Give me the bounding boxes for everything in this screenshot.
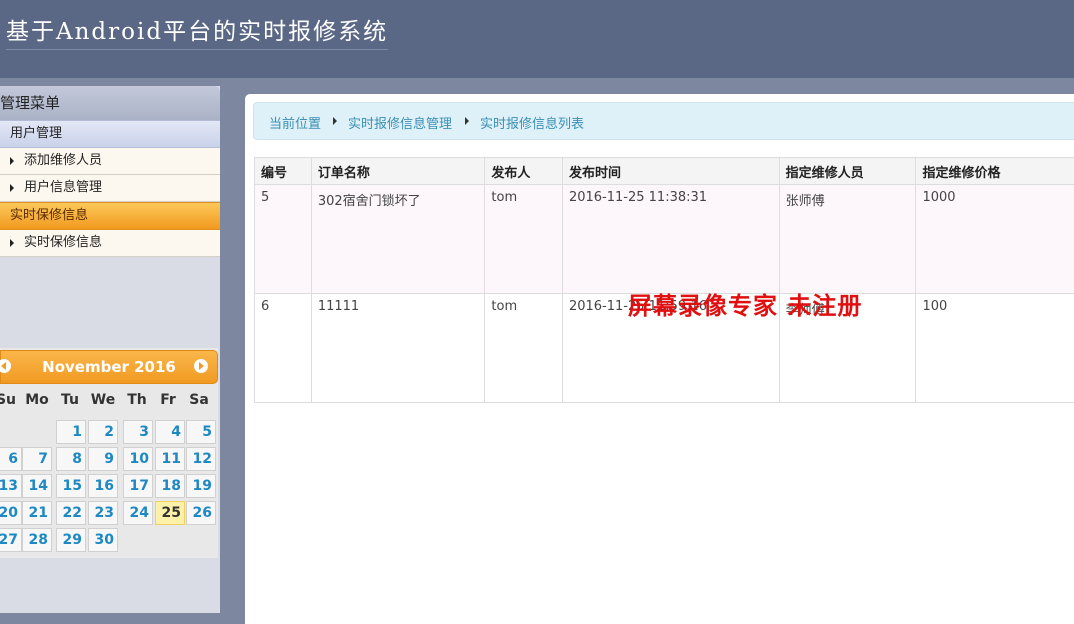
menu-item-add-repairman[interactable]: 添加维修人员	[0, 148, 220, 175]
calendar-day[interactable]: 3	[123, 420, 153, 444]
app-title: 基于Android平台的实时报修系统	[6, 12, 388, 50]
table-cell: 1000	[916, 185, 1074, 294]
calendar-day[interactable]: 30	[88, 528, 118, 552]
table-row[interactable]: 5 302宿舍门锁坏了 tom 2016-11-25 11:38:31 张师傅 …	[255, 185, 1074, 294]
menu-title: 管理菜单	[0, 86, 220, 120]
calendar-day[interactable]: 12	[186, 447, 216, 471]
breadcrumb-separator-icon	[333, 117, 337, 125]
calendar-month-label: November 2016	[1, 358, 217, 376]
calendar-day[interactable]: 14	[22, 474, 52, 498]
main-content: 当前位置 实时报修信息管理 实时报修信息列表 编号 订单名称 发布人 发布时间 …	[245, 94, 1074, 624]
calendar-day[interactable]: 23	[88, 501, 118, 525]
calendar-day[interactable]: 10	[123, 447, 153, 471]
weekday-label: Tu	[55, 392, 85, 408]
calendar-day[interactable]: 26	[186, 501, 216, 525]
calendar-day[interactable]: 15	[56, 474, 86, 498]
menu-item-realtime-repair[interactable]: 实时保修信息	[0, 230, 220, 257]
calendar-day[interactable]: 16	[88, 474, 118, 498]
calendar-day[interactable]: 20	[0, 501, 22, 525]
weekday-label: Sa	[184, 392, 214, 408]
calendar-day[interactable]: 5	[186, 420, 216, 444]
breadcrumb-item[interactable]: 当前位置	[269, 113, 321, 132]
weekday-label: Fr	[153, 392, 183, 408]
calendar-day[interactable]: 27	[0, 528, 22, 552]
table-cell: 100	[916, 294, 1074, 403]
calendar-day[interactable]: 17	[123, 474, 153, 498]
weekday-label: Th	[122, 392, 152, 408]
table-cell: 2016-11-25 11:38:31	[562, 185, 779, 294]
menu-item-label: 添加维修人员	[24, 153, 102, 168]
calendar-day[interactable]: 22	[56, 501, 86, 525]
calendar-header: November 2016	[0, 350, 218, 384]
calendar-day[interactable]: 1	[56, 420, 86, 444]
breadcrumb-separator-icon	[465, 117, 469, 125]
calendar-day[interactable]: 7	[22, 447, 52, 471]
app-header: 基于Android平台的实时报修系统	[0, 0, 1074, 78]
menu-group-realtime-repair[interactable]: 实时保修信息	[0, 202, 220, 230]
calendar: November 2016 Su Mo Tu We Th Fr Sa 12345…	[0, 348, 218, 558]
calendar-day[interactable]: 28	[22, 528, 52, 552]
breadcrumb: 当前位置 实时报修信息管理 实时报修信息列表	[253, 102, 1074, 140]
weekday-label: We	[88, 392, 118, 408]
calendar-day[interactable]: 18	[155, 474, 185, 498]
calendar-day[interactable]: 13	[0, 474, 22, 498]
menu-item-label: 用户信息管理	[24, 180, 102, 195]
repair-table: 编号 订单名称 发布人 发布时间 指定维修人员 指定维修价格 5 302宿舍门锁…	[254, 157, 1074, 403]
menu-item-label: 实时保修信息	[24, 235, 102, 250]
menu-group-user-management[interactable]: 用户管理	[0, 120, 220, 148]
table-cell: tom	[485, 294, 563, 403]
caret-right-icon	[10, 184, 14, 192]
column-header: 订单名称	[311, 158, 485, 185]
column-header: 编号	[255, 158, 312, 185]
column-header: 指定维修价格	[916, 158, 1074, 185]
table-cell: 302宿舍门锁坏了	[311, 185, 485, 294]
calendar-day[interactable]: 6	[0, 447, 22, 471]
calendar-day[interactable]: 4	[155, 420, 185, 444]
caret-right-icon	[10, 239, 14, 247]
table-cell: 张师傅	[779, 185, 916, 294]
calendar-day[interactable]: 11	[155, 447, 185, 471]
weekday-label: Su	[0, 392, 21, 408]
calendar-day[interactable]: 19	[186, 474, 216, 498]
column-header: 发布时间	[562, 158, 779, 185]
calendar-day[interactable]: 21	[22, 501, 52, 525]
calendar-day[interactable]: 2	[88, 420, 118, 444]
calendar-day[interactable]: 25	[155, 501, 185, 525]
sidebar: 管理菜单 用户管理 添加维修人员 用户信息管理 实时保修信息 实时保修信息 No…	[0, 86, 220, 613]
caret-right-icon	[10, 157, 14, 165]
menu-item-user-info[interactable]: 用户信息管理	[0, 175, 220, 202]
table-cell: tom	[485, 185, 563, 294]
weekday-label: Mo	[22, 392, 52, 408]
next-month-icon[interactable]	[194, 359, 208, 373]
calendar-day[interactable]: 24	[123, 501, 153, 525]
watermark: 屏幕录像专家 未注册	[628, 286, 862, 321]
breadcrumb-item[interactable]: 实时报修信息列表	[480, 113, 584, 132]
table-cell: 11111	[311, 294, 485, 403]
breadcrumb-item[interactable]: 实时报修信息管理	[348, 113, 452, 132]
table-cell: 6	[255, 294, 312, 403]
table-header-row: 编号 订单名称 发布人 发布时间 指定维修人员 指定维修价格	[255, 158, 1074, 185]
column-header: 指定维修人员	[779, 158, 916, 185]
calendar-day[interactable]: 9	[88, 447, 118, 471]
column-header: 发布人	[485, 158, 563, 185]
calendar-day[interactable]: 29	[56, 528, 86, 552]
table-cell: 5	[255, 185, 312, 294]
calendar-day[interactable]: 8	[56, 447, 86, 471]
